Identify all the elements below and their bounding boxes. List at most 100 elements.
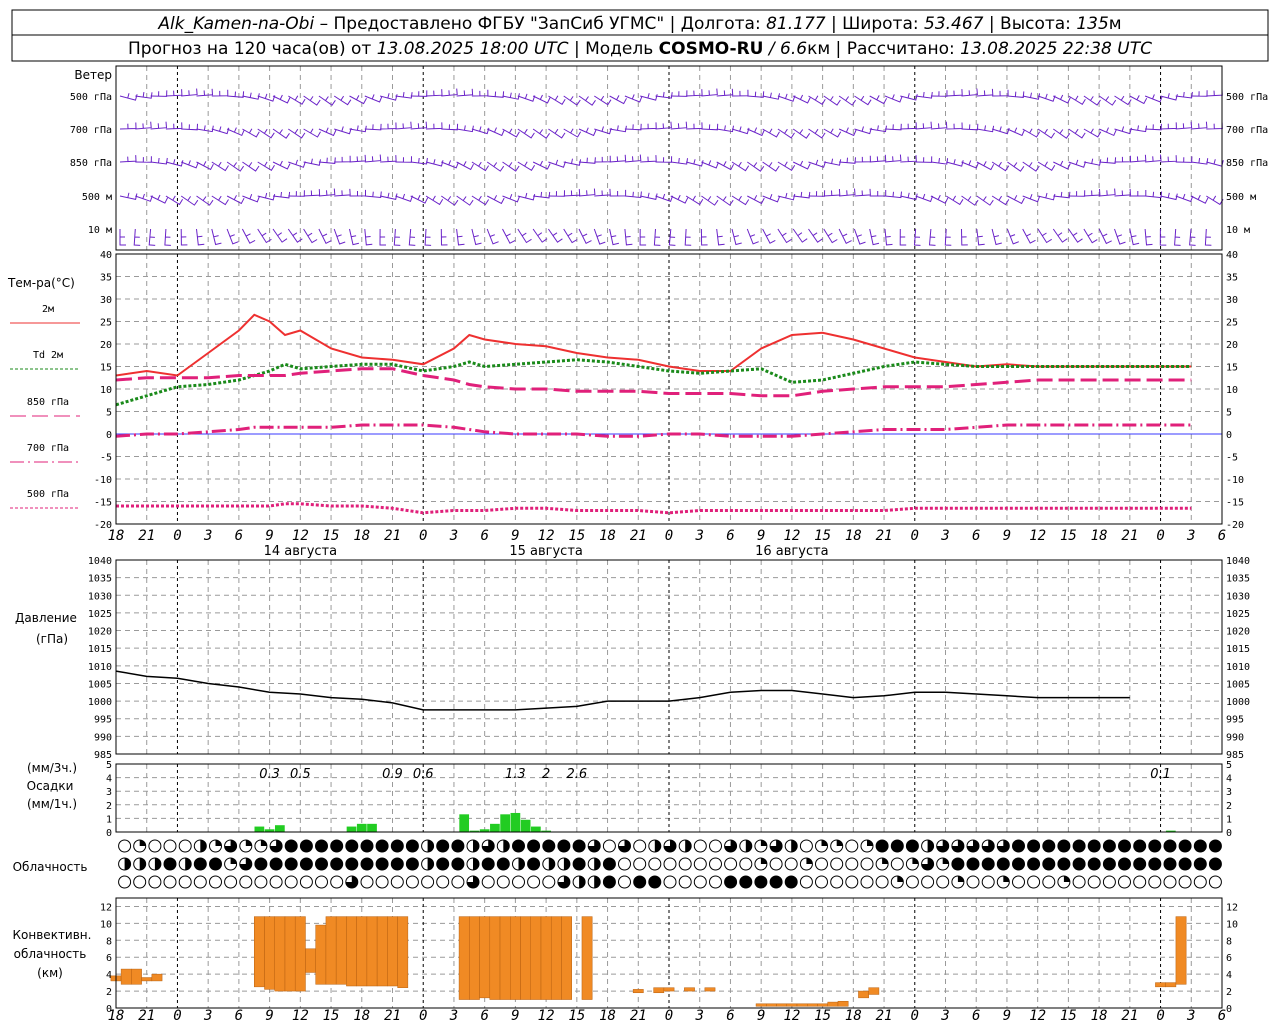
wind-barb bbox=[1007, 127, 1025, 137]
cloud-symbol bbox=[830, 857, 844, 871]
wind-barb bbox=[1053, 94, 1071, 104]
cloud-fill bbox=[1057, 840, 1070, 852]
time-axis-label: 12 bbox=[538, 528, 555, 544]
temp-ytick: 25 bbox=[100, 318, 112, 329]
wind-barb bbox=[777, 228, 792, 244]
cloud-symbol bbox=[284, 875, 298, 889]
wind-barb bbox=[364, 191, 382, 199]
convective-bar bbox=[387, 916, 398, 987]
cloud-fill bbox=[512, 840, 525, 852]
wind-barb bbox=[655, 193, 674, 203]
prec-ytick: 5 bbox=[106, 760, 112, 771]
wind-barb bbox=[716, 125, 734, 133]
time-axis-label: 6 bbox=[1218, 528, 1226, 544]
cloud-fill bbox=[330, 840, 343, 852]
wind-barb bbox=[976, 125, 995, 133]
cloud-symbol bbox=[648, 857, 662, 871]
time-axis-label: 3 bbox=[940, 528, 949, 544]
wind-barb bbox=[364, 94, 383, 103]
wind-barb bbox=[854, 188, 871, 197]
wind-barb bbox=[716, 88, 734, 97]
pres-ytick: 1000 bbox=[88, 697, 112, 708]
calc-time: 13.08.2025 22:38 UTC bbox=[960, 39, 1152, 59]
wind-barb bbox=[1022, 194, 1041, 203]
wind-level-label: 500 м bbox=[82, 192, 112, 203]
wind-barb bbox=[593, 228, 606, 245]
cloud-fill bbox=[406, 840, 419, 852]
cloud-symbol bbox=[1178, 875, 1192, 889]
cloud-symbol bbox=[981, 875, 995, 889]
convective-bar bbox=[346, 916, 357, 987]
wind-barb bbox=[410, 157, 428, 165]
wind-barb bbox=[502, 194, 521, 203]
wind-barb bbox=[395, 193, 413, 203]
cloud-fill bbox=[185, 858, 192, 870]
calc-label: Рассчитано: bbox=[847, 39, 955, 59]
convective-bar bbox=[120, 968, 132, 985]
wind-barb bbox=[303, 189, 321, 197]
wind-barb bbox=[731, 89, 749, 97]
convective-bar bbox=[489, 916, 501, 1000]
wind-barb bbox=[1129, 228, 1140, 246]
prec-unit-3h: (мм/3ч.) bbox=[27, 761, 77, 775]
model-res: / 6.6 bbox=[767, 39, 807, 59]
wind-barb bbox=[1145, 154, 1162, 163]
pres-ytick: 990 bbox=[94, 732, 112, 743]
cloud-fill bbox=[739, 876, 752, 888]
wind-barb bbox=[762, 161, 780, 172]
time-axis-label-bottom: 15 bbox=[568, 1008, 585, 1024]
convective-bar bbox=[335, 916, 347, 985]
time-axis-label-bottom: 3 bbox=[1186, 1008, 1195, 1024]
time-axis-label-bottom: 6 bbox=[972, 1008, 980, 1024]
pres-ytick-right: 995 bbox=[1226, 715, 1244, 726]
cloud-fill bbox=[427, 840, 434, 852]
wind-barb bbox=[716, 195, 734, 206]
cloud-fill bbox=[1073, 840, 1086, 852]
time-axis-label-bottom: 21 bbox=[630, 1008, 647, 1024]
wind-barb bbox=[823, 158, 842, 166]
wind-barb bbox=[899, 228, 907, 246]
time-axis-label: 12 bbox=[1029, 528, 1046, 544]
convective-bar bbox=[581, 916, 593, 1000]
precip-total-label: 0.9 bbox=[382, 767, 403, 782]
wind-barb bbox=[578, 95, 596, 106]
cloud-symbol bbox=[224, 875, 238, 889]
wind-barb bbox=[288, 159, 306, 168]
temp-legend-label: 850 гПа bbox=[27, 397, 69, 408]
precip-bar bbox=[500, 814, 511, 832]
cloud-fill bbox=[527, 840, 540, 852]
cloud-fill bbox=[1042, 858, 1055, 870]
cloud-fill bbox=[836, 840, 843, 846]
time-axis-label: 3 bbox=[449, 528, 458, 544]
wind-barb bbox=[1175, 91, 1193, 99]
pres-unit: (гПа) bbox=[36, 632, 68, 646]
wind-level-label-right: 700 гПа bbox=[1226, 125, 1268, 136]
wind-barb bbox=[1068, 159, 1087, 168]
convective-bar bbox=[294, 916, 306, 992]
header-line-2: Прогноз на 120 часа(ов) от 13.08.2025 18… bbox=[128, 39, 1152, 59]
convective-bar bbox=[817, 1003, 828, 1007]
wind-barb bbox=[395, 92, 413, 99]
wind-barb bbox=[700, 228, 708, 246]
cloud-fill bbox=[164, 858, 176, 870]
wind-barb bbox=[1083, 128, 1102, 138]
conv-ytick: 2 bbox=[106, 987, 112, 998]
wind-barb bbox=[257, 128, 275, 139]
wind-barb bbox=[731, 126, 750, 135]
temp-ytick: 20 bbox=[100, 340, 112, 351]
wind-barb bbox=[915, 121, 933, 130]
temp-ytick: -5 bbox=[100, 453, 112, 464]
wind-barb bbox=[869, 228, 880, 246]
time-axis-label-bottom: 3 bbox=[203, 1008, 212, 1024]
wind-barb bbox=[471, 89, 489, 97]
wind-barb bbox=[349, 154, 367, 163]
wind-barb bbox=[242, 161, 260, 172]
cloud-symbol bbox=[966, 875, 980, 889]
cloud-symbol bbox=[1012, 875, 1025, 889]
cloud-fill bbox=[527, 858, 540, 870]
pres-ytick: 1005 bbox=[88, 679, 112, 690]
wind-barb bbox=[441, 123, 459, 131]
wind-barb bbox=[1190, 90, 1208, 97]
time-axis-label: 9 bbox=[265, 528, 273, 544]
cloud-fill bbox=[1194, 858, 1207, 870]
